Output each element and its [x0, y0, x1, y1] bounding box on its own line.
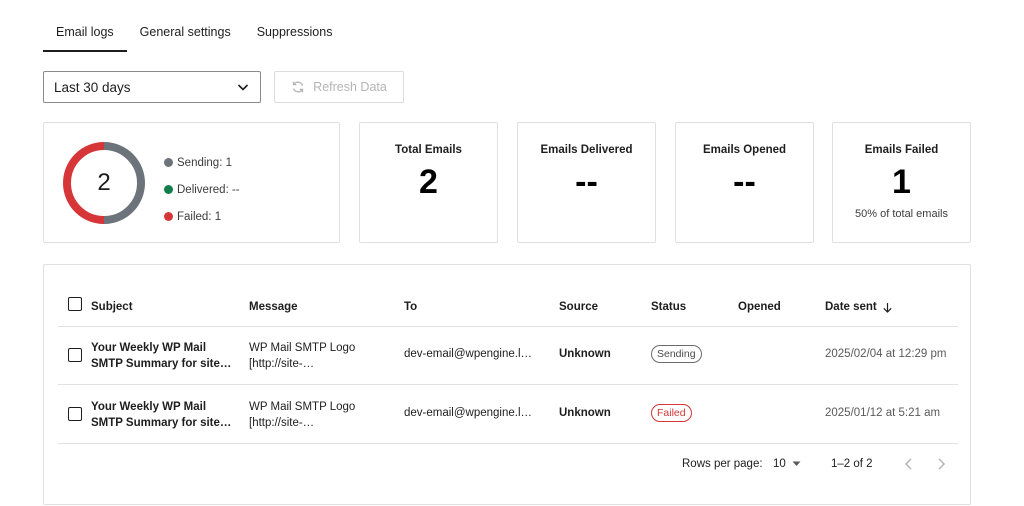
status-badge: Failed	[651, 404, 692, 422]
row-status: Failed	[651, 404, 692, 422]
stat-card-total-emails: Total Emails 2	[359, 122, 498, 243]
row-date-sent: 2025/01/12 at 5:21 am	[825, 407, 941, 419]
legend-label-delivered: Delivered: --	[177, 183, 240, 196]
row-source: Unknown	[559, 348, 611, 360]
status-legend: Sending: 1 Delivered: -- Failed: 1	[164, 149, 240, 230]
refresh-data-button[interactable]: Refresh Data	[274, 71, 404, 103]
row-message: WP Mail SMTP Logo [http://site-…	[249, 399, 355, 431]
date-range-select[interactable]: Last 30 days	[43, 71, 261, 103]
stat-title: Emails Delivered	[540, 144, 633, 156]
rows-per-page-select[interactable]: 10	[773, 458, 801, 470]
column-header-subject[interactable]: Subject	[91, 301, 133, 313]
rows-per-page-value: 10	[773, 458, 786, 470]
column-header-source[interactable]: Source	[559, 301, 598, 313]
legend-label-sending: Sending: 1	[177, 156, 232, 169]
stat-value: 1	[892, 163, 911, 201]
table-header-row: Subject Message To Source Status Opened …	[58, 287, 958, 327]
refresh-data-label: Refresh Data	[313, 80, 387, 94]
legend-dot-failed	[164, 212, 173, 221]
legend-label-failed: Failed: 1	[177, 210, 222, 223]
legend-dot-sending	[164, 158, 173, 167]
stat-title: Total Emails	[395, 144, 462, 156]
next-page-button[interactable]	[935, 457, 947, 474]
table-row[interactable]: Your Weekly WP Mail SMTP Summary for sit…	[58, 326, 958, 385]
row-checkbox[interactable]	[68, 348, 82, 362]
chevron-down-icon	[237, 84, 249, 91]
legend-item-delivered: Delivered: --	[164, 176, 240, 203]
column-header-message[interactable]: Message	[249, 301, 298, 313]
tab-bar: Email logs General settings Suppressions	[43, 14, 345, 52]
stat-card-emails-delivered: Emails Delivered --	[517, 122, 656, 243]
row-subject-line: SMTP Summary for site…	[91, 417, 232, 429]
table-row[interactable]: Your Weekly WP Mail SMTP Summary for sit…	[58, 385, 958, 444]
table-pagination: Rows per page: 10 1–2 of 2	[58, 453, 958, 477]
row-to: dev-email@wpengine.l…	[404, 407, 533, 419]
caret-down-icon	[792, 461, 801, 466]
arrow-down-icon	[883, 302, 892, 313]
row-subject-line: SMTP Summary for site…	[91, 358, 232, 370]
chevron-right-icon	[938, 458, 946, 470]
tab-general-settings[interactable]: General settings	[127, 14, 244, 51]
row-message-line: [http://site-…	[249, 358, 315, 370]
row-subject-line: Your Weekly WP Mail	[91, 401, 207, 413]
tab-suppressions[interactable]: Suppressions	[244, 14, 346, 51]
stat-subtext: 50% of total emails	[855, 208, 948, 220]
stat-value: --	[575, 163, 598, 201]
rows-per-page-label: Rows per page:	[682, 458, 763, 470]
tab-email-logs[interactable]: Email logs	[43, 14, 127, 52]
stat-value: --	[733, 163, 756, 201]
row-message-line: [http://site-…	[249, 417, 315, 429]
row-message: WP Mail SMTP Logo [http://site-…	[249, 340, 355, 372]
status-summary-card: 2 Sending: 1 Delivered: -- Failed: 1	[43, 122, 340, 243]
date-range-value: Last 30 days	[54, 79, 131, 95]
previous-page-button[interactable]	[903, 457, 915, 474]
row-subject[interactable]: Your Weekly WP Mail SMTP Summary for sit…	[91, 340, 231, 372]
date-sent-label: Date sent	[825, 301, 877, 313]
email-logs-table: Subject Message To Source Status Opened …	[43, 264, 971, 505]
column-header-opened[interactable]: Opened	[738, 301, 781, 313]
status-badge: Sending	[651, 345, 702, 363]
select-all-checkbox[interactable]	[68, 297, 82, 311]
chevron-left-icon	[904, 458, 912, 470]
row-checkbox[interactable]	[68, 407, 82, 421]
row-status: Sending	[651, 345, 702, 363]
column-header-to[interactable]: To	[404, 301, 417, 313]
row-message-line: WP Mail SMTP Logo	[249, 401, 356, 413]
donut-total: 2	[97, 169, 111, 196]
stat-card-emails-failed: Emails Failed 1 50% of total emails	[832, 122, 971, 243]
row-date-sent: 2025/02/04 at 12:29 pm	[825, 348, 947, 360]
stat-value: 2	[419, 163, 438, 201]
column-header-status[interactable]: Status	[651, 301, 686, 313]
legend-item-failed: Failed: 1	[164, 203, 240, 230]
stat-card-emails-opened: Emails Opened --	[675, 122, 814, 243]
status-donut-chart: 2	[62, 141, 146, 225]
row-subject-line: Your Weekly WP Mail	[91, 342, 207, 354]
row-to: dev-email@wpengine.l…	[404, 348, 533, 360]
row-source: Unknown	[559, 407, 611, 419]
refresh-icon	[293, 81, 304, 93]
pagination-range: 1–2 of 2	[831, 458, 873, 470]
stat-title: Emails Opened	[702, 144, 787, 156]
row-subject[interactable]: Your Weekly WP Mail SMTP Summary for sit…	[91, 399, 231, 431]
legend-item-sending: Sending: 1	[164, 149, 240, 176]
column-header-date-sent[interactable]: Date sent	[825, 301, 893, 313]
stat-title: Emails Failed	[864, 144, 939, 156]
row-message-line: WP Mail SMTP Logo	[249, 342, 356, 354]
legend-dot-delivered	[164, 185, 173, 194]
